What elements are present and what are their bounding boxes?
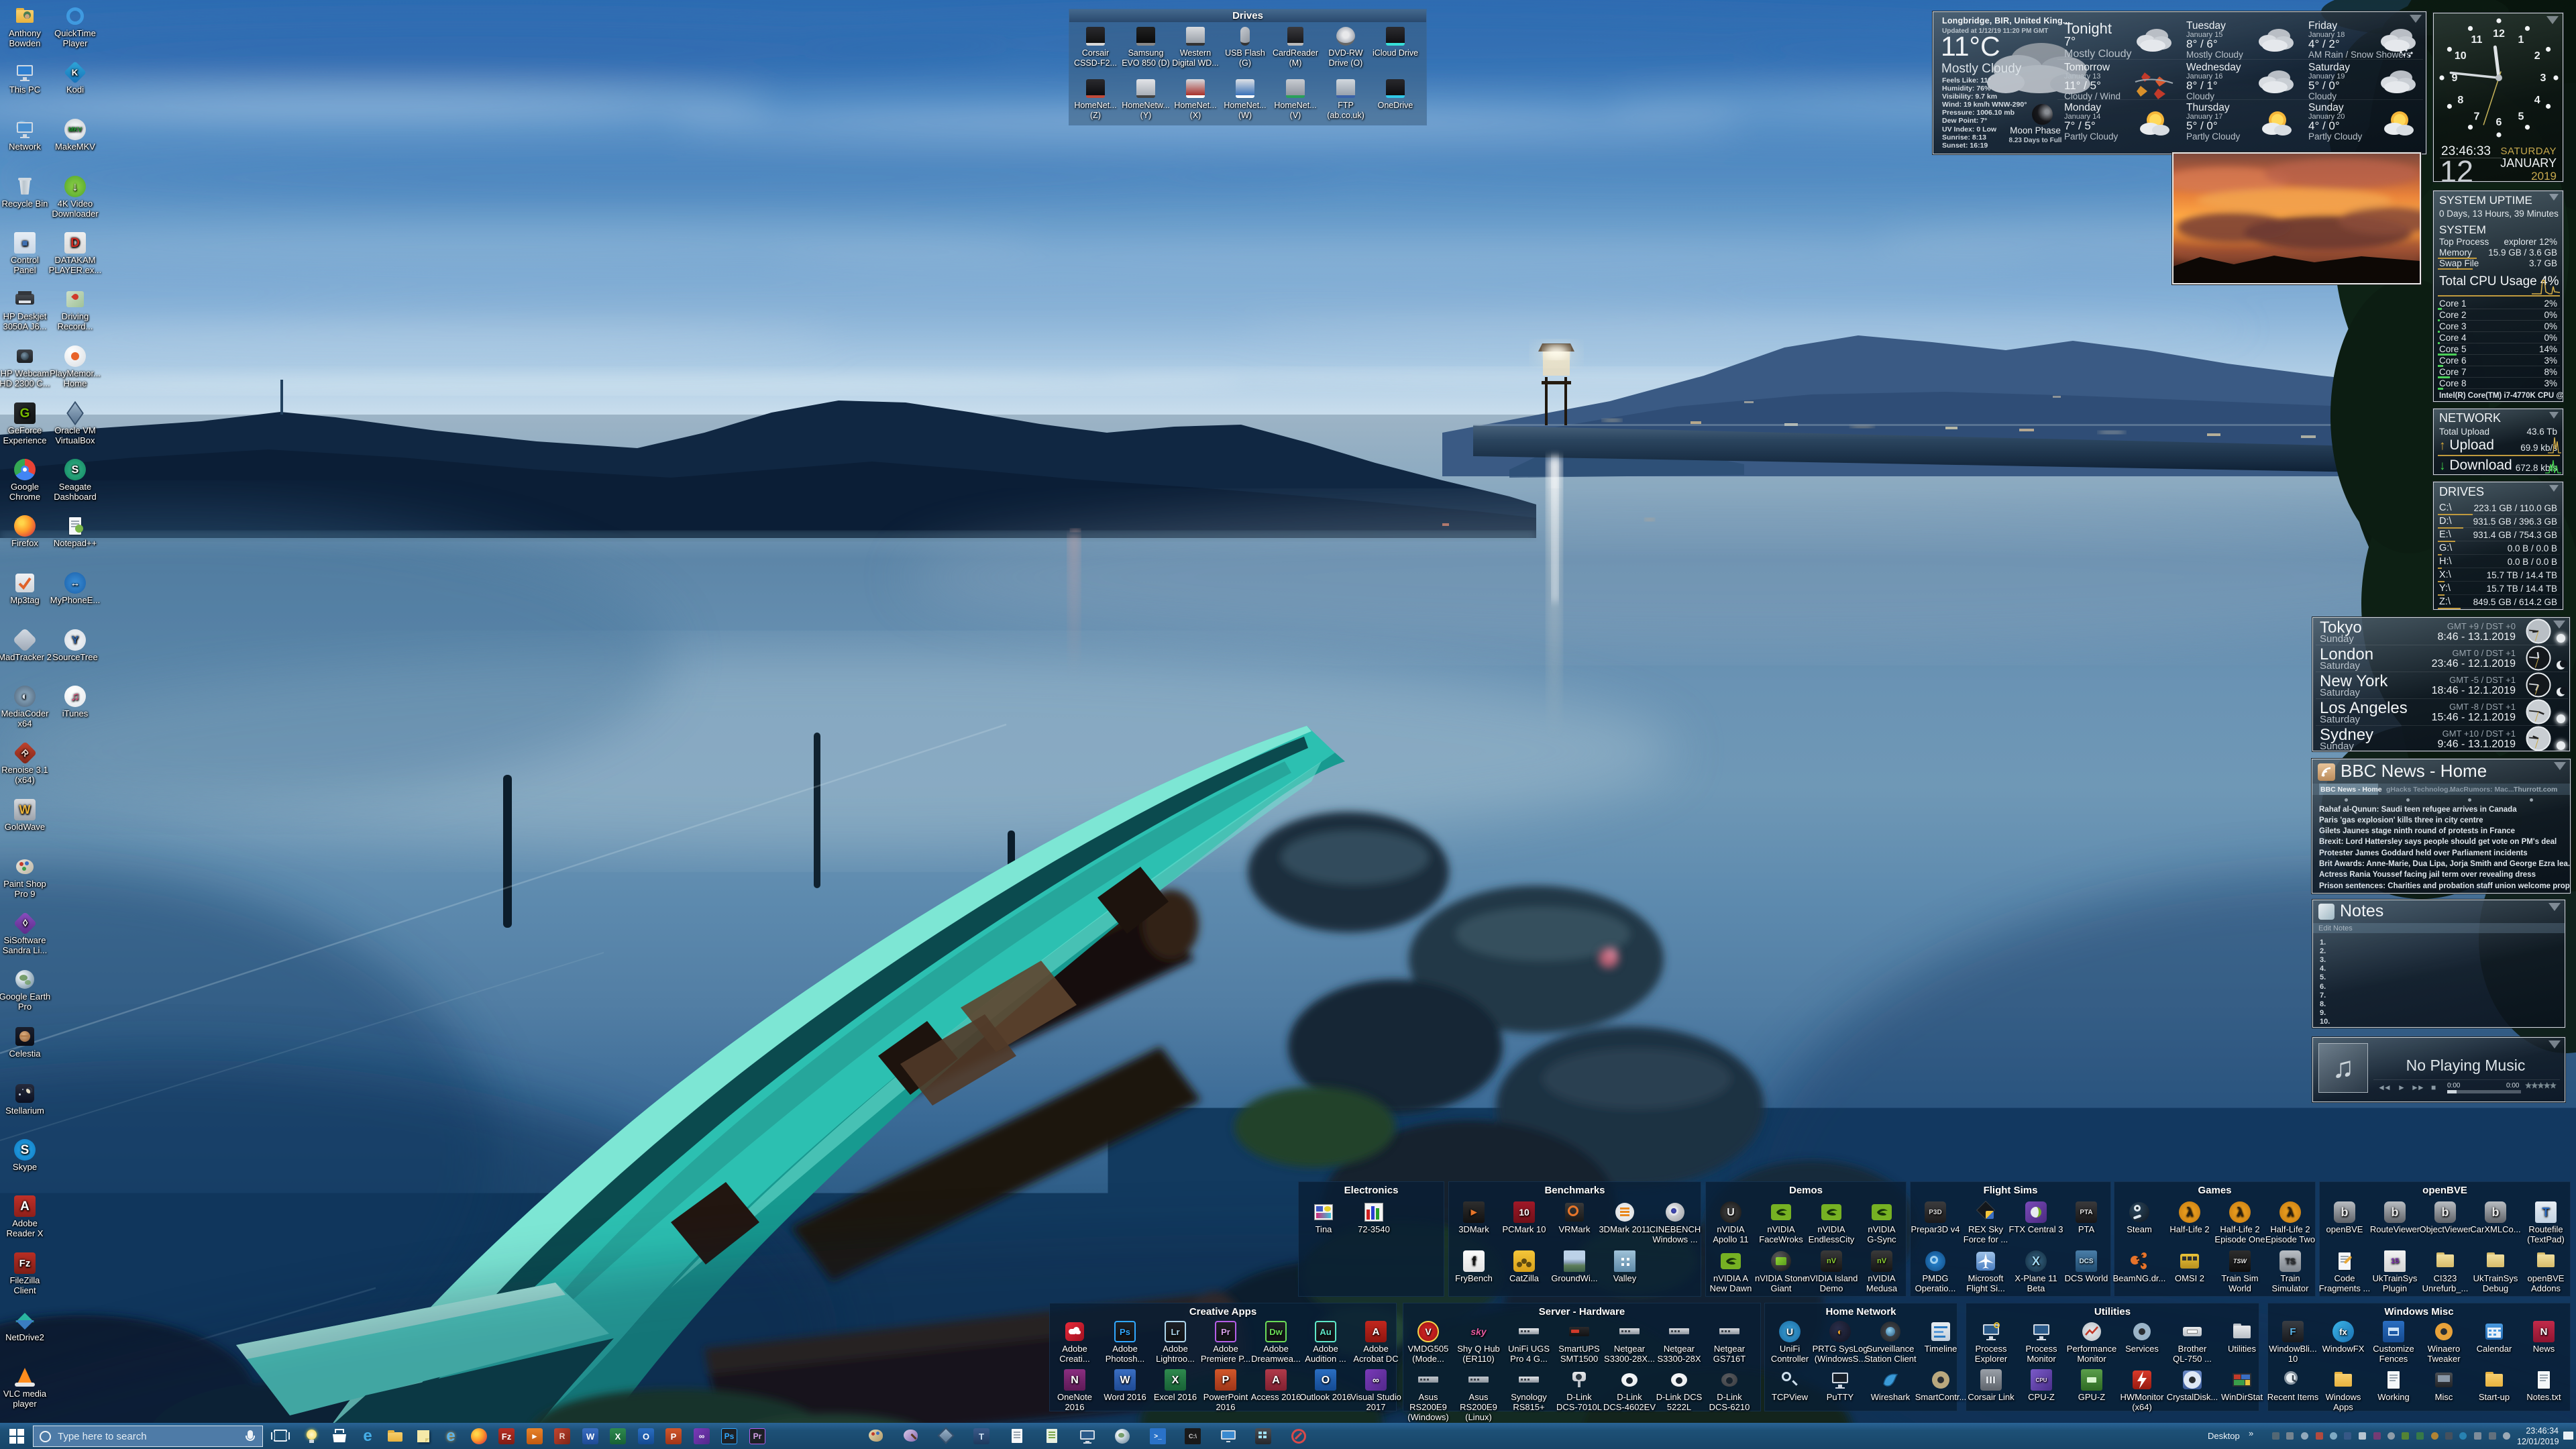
svg-text:8: 8 <box>2457 95 2463 106</box>
svg-text:1: 1 <box>2518 34 2524 46</box>
svg-text:2: 2 <box>2534 50 2540 62</box>
svg-text:10: 10 <box>2455 50 2467 62</box>
svg-text:4: 4 <box>2534 95 2540 106</box>
svg-text:12: 12 <box>2493 28 2505 40</box>
svg-text:7: 7 <box>2474 111 2480 122</box>
svg-text:5: 5 <box>2518 111 2524 122</box>
svg-text:11: 11 <box>2471 34 2483 46</box>
svg-text:6: 6 <box>2496 117 2502 128</box>
svg-text:3: 3 <box>2540 72 2546 84</box>
